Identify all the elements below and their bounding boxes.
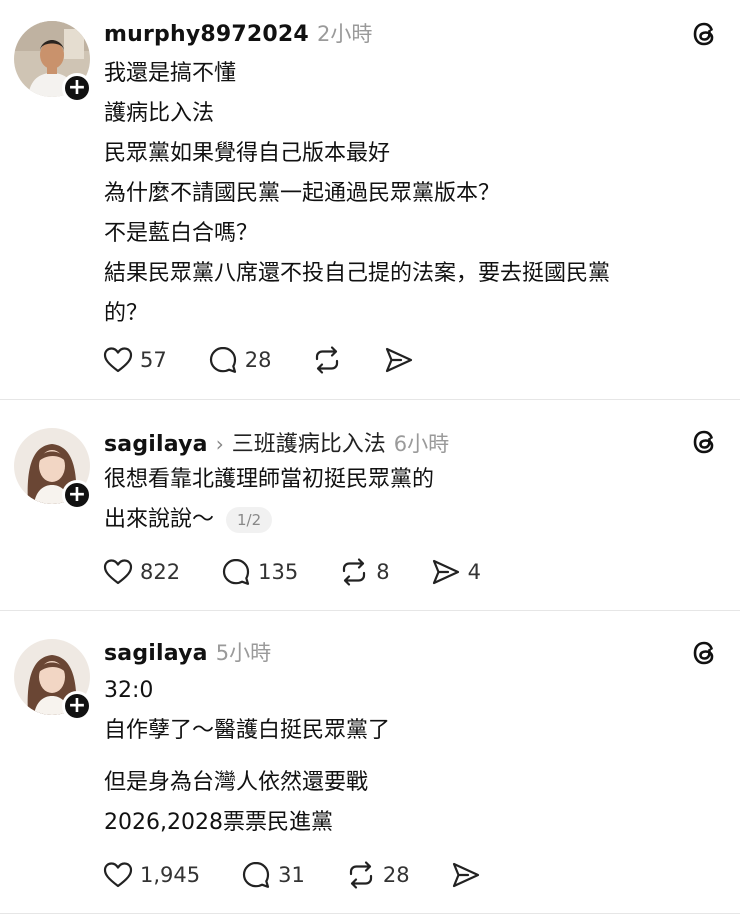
post-text-line: 很想看靠北護理師當初挺民眾黨的 — [104, 467, 435, 492]
like-button[interactable]: 1,945 — [102, 859, 200, 891]
share-count: 4 — [467, 560, 481, 584]
thread-post[interactable]: + sagilaya 5小時 32:0 自作孽了～醫護白挺民眾黨了 但是身為台灣… — [0, 611, 740, 914]
reply-button[interactable]: 28 — [207, 344, 272, 376]
post-text-line: 出來說說～ — [104, 507, 215, 532]
comment-icon — [207, 344, 239, 376]
reply-count: 28 — [244, 348, 272, 372]
repost-button[interactable] — [311, 344, 343, 376]
send-icon — [430, 556, 462, 588]
thread-post[interactable]: + sagilaya › 三班護病比入法 6小時 很想看靠北護理師當初挺民眾黨的… — [0, 400, 740, 611]
reply-count: 31 — [278, 863, 305, 887]
action-bar: 57 28 — [102, 342, 455, 378]
share-button[interactable]: 4 — [430, 556, 481, 588]
post-text-line: 結果民眾黨八席還不投自己提的法案，要去挺國民黨 — [104, 261, 611, 286]
action-bar: 822 135 8 4 — [102, 554, 521, 590]
follow-plus-icon[interactable]: + — [62, 73, 92, 103]
post-header: sagilaya 5小時 — [104, 637, 271, 667]
heart-icon — [102, 556, 134, 588]
like-count: 822 — [140, 560, 181, 584]
comment-icon — [240, 859, 272, 891]
like-button[interactable]: 822 — [102, 556, 180, 588]
threads-logo-icon[interactable] — [690, 20, 718, 48]
repost-count: 28 — [382, 863, 410, 887]
post-text-line: 民眾黨如果覺得自己版本最好 — [104, 141, 391, 166]
post-text-line: 自作孽了～醫護白挺民眾黨了 — [104, 718, 391, 743]
repost-button[interactable]: 28 — [345, 859, 410, 891]
repost-count: 8 — [376, 560, 390, 584]
reply-count: 135 — [258, 560, 299, 584]
heart-icon — [102, 344, 134, 376]
comment-icon — [220, 556, 252, 588]
repost-icon — [311, 344, 343, 376]
share-button[interactable] — [383, 344, 415, 376]
repost-button[interactable]: 8 — [338, 556, 390, 588]
heart-icon — [102, 859, 134, 891]
reply-to-topic[interactable]: 三班護病比入法 — [232, 426, 386, 458]
post-header: murphy8972024 2小時 — [104, 18, 372, 48]
username[interactable]: sagilaya — [104, 641, 208, 666]
threads-logo-icon[interactable] — [690, 639, 718, 667]
post-text: 32:0 自作孽了～醫護白挺民眾黨了 但是身為台灣人依然還要戰 2026,202… — [104, 671, 390, 843]
post-text-line: 為什麼不請國民黨一起通過民眾黨版本？ — [104, 181, 501, 206]
post-text-line: 2026,2028票票民進黨 — [104, 810, 333, 835]
send-icon — [450, 859, 482, 891]
post-text-line: 護病比入法 — [104, 101, 215, 126]
reply-button[interactable]: 135 — [220, 556, 298, 588]
timestamp: 2小時 — [316, 22, 373, 46]
post-text-line: 不是藍白合嗎？ — [104, 221, 259, 246]
like-button[interactable]: 57 — [102, 344, 167, 376]
username[interactable]: murphy8972024 — [104, 22, 309, 47]
follow-plus-icon[interactable]: + — [62, 691, 92, 721]
repost-icon — [345, 859, 377, 891]
post-text-line: 32:0 — [104, 678, 154, 703]
page-indicator[interactable]: 1/2 — [226, 507, 273, 533]
post-header: sagilaya › 三班護病比入法 6小時 — [104, 426, 449, 458]
like-count: 1,945 — [140, 863, 201, 887]
post-text-line: 我還是搞不懂 — [104, 61, 237, 86]
post-text: 我還是搞不懂 護病比入法 民眾黨如果覺得自己版本最好 為什麼不請國民黨一起通過民… — [104, 54, 610, 334]
reply-button[interactable]: 31 — [240, 859, 305, 891]
post-text: 很想看靠北護理師當初挺民眾黨的 出來說說～ 1/2 — [104, 460, 434, 540]
like-count: 57 — [140, 348, 167, 372]
follow-plus-icon[interactable]: + — [62, 480, 92, 510]
share-button[interactable] — [450, 859, 482, 891]
post-text-line: 的？ — [104, 301, 149, 326]
timestamp: 5小時 — [215, 641, 272, 665]
thread-post[interactable]: + murphy8972024 2小時 我還是搞不懂 護病比入法 民眾黨如果覺得… — [0, 0, 740, 400]
username[interactable]: sagilaya — [104, 432, 208, 457]
repost-icon — [338, 556, 370, 588]
action-bar: 1,945 31 28 — [102, 857, 522, 893]
reply-chevron-icon: › — [215, 432, 224, 456]
timestamp: 6小時 — [393, 432, 450, 456]
post-text-line: 但是身為台灣人依然還要戰 — [104, 770, 369, 795]
send-icon — [383, 344, 415, 376]
threads-logo-icon[interactable] — [690, 428, 718, 456]
